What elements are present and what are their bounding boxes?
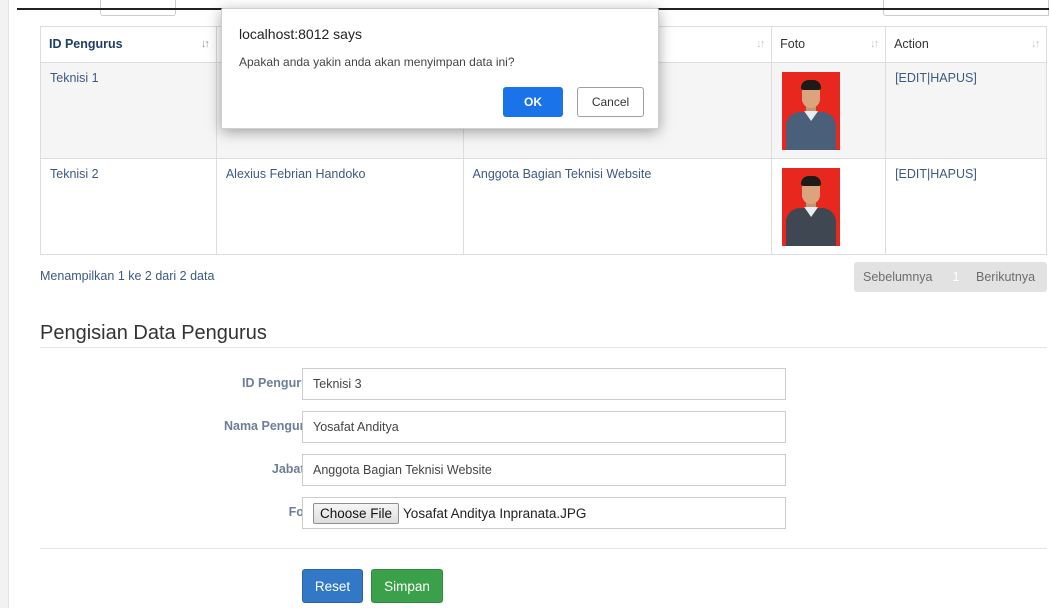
cell-action: [EDIT|HAPUS] [885,62,1047,159]
dialog-ok-button[interactable]: OK [503,87,563,117]
column-label: ID Pengurus [49,37,123,51]
sort-asc-icon: ↓↑ [200,38,210,50]
id-pengurus-input[interactable]: Teknisi 3 [302,368,786,400]
cell-id-pengurus: Teknisi 1 [40,62,217,159]
pagination: Sebelumnya 1 Berikutnya [854,262,1047,292]
cell-foto [771,158,887,255]
jabatan-input[interactable]: Anggota Bagian Teknisi Website [302,454,786,486]
choose-file-button[interactable]: Choose File [313,502,400,524]
left-edge-panel [0,0,9,608]
table-row: Teknisi 2 Alexius Febrian Handoko Anggot… [40,158,1047,255]
column-header-id-pengurus[interactable]: ID Pengurus ↓↑ [40,26,217,63]
form-row-jabatan: Jabatan* Anggota Bagian Teknisi Website [40,454,800,486]
nama-pengurus-input[interactable]: Yosafat Anditya [302,411,786,443]
dialog-title: localhost:8012 says [239,26,362,42]
form-row-foto: Foto * Choose File Yosafat Anditya Inpra… [40,497,800,529]
chosen-file-name: Yosafat Anditya Inpranata.JPG [403,505,587,521]
cell-nama-pengurus: Alexius Febrian Handoko [215,158,464,255]
dialog-cancel-button[interactable]: Cancel [577,87,644,117]
pagination-next-button[interactable]: Berikutnya [966,270,1035,284]
column-label: Action [894,37,929,51]
foto-file-input: Choose File Yosafat Anditya Inpranata.JP… [302,497,786,529]
column-header-foto[interactable]: Foto ↓↑ [771,26,887,63]
pagination-page-1[interactable]: 1 [946,270,966,284]
sort-icon: ↓↑ [870,38,879,50]
reset-button[interactable]: Reset [302,569,363,603]
cell-action: [EDIT|HAPUS] [885,158,1047,255]
form-title: Pengisian Data Pengurus [40,322,267,344]
cell-id-pengurus: Teknisi 2 [40,158,217,255]
edit-hapus-link[interactable]: [EDIT|HAPUS] [895,167,977,181]
cell-foto [771,62,887,159]
pagination-prev-button[interactable]: Sebelumnya [854,270,946,284]
edit-hapus-link[interactable]: [EDIT|HAPUS] [895,71,977,85]
form-title-divider [40,347,1047,348]
column-label: Foto [780,37,806,51]
form-actions-divider [40,548,1047,549]
column-header-action[interactable]: Action ↓↑ [885,26,1047,63]
cell-jabatan: Anggota Bagian Teknisi Website [462,158,773,255]
form-row-nama-pengurus: Nama Pengurus* Yosafat Anditya [40,411,800,443]
confirm-dialog: localhost:8012 says Apakah anda yakin an… [221,8,659,129]
form-row-id-pengurus: ID Pengurus * Teknisi 3 [40,368,800,400]
dialog-message: Apakah anda yakin anda akan menyimpan da… [239,55,515,69]
simpan-button[interactable]: Simpan [371,569,443,603]
table-info-text: Menampilkan 1 ke 2 dari 2 data [40,269,215,283]
sort-icon: ↓↑ [756,38,765,50]
pengurus-photo [782,72,841,150]
pengurus-photo [782,168,841,246]
sort-icon: ↓↑ [1031,38,1040,50]
